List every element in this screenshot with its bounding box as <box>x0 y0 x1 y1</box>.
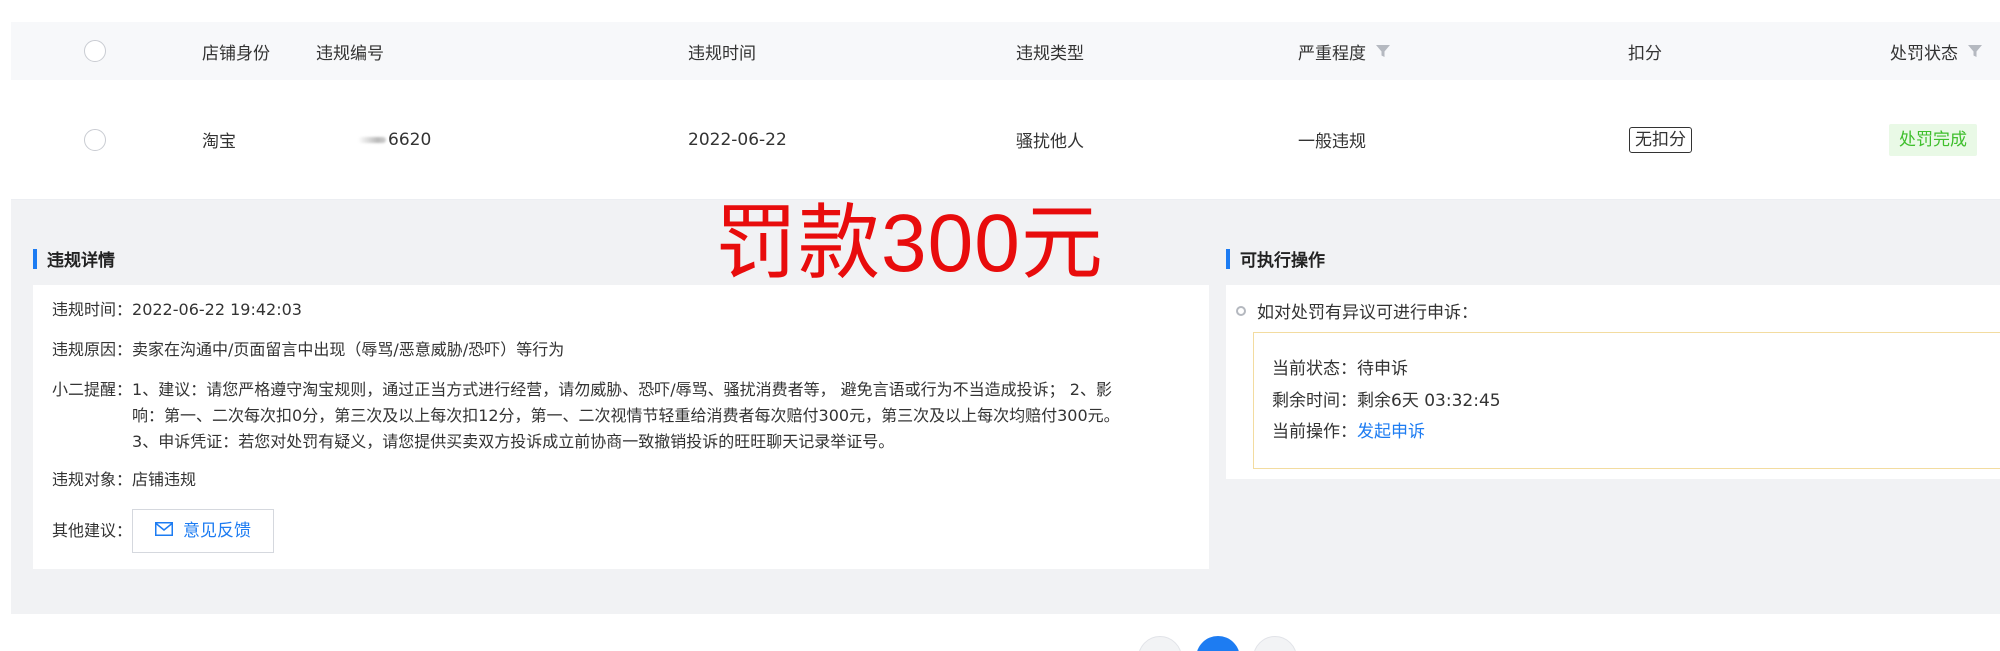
detail-reason-value: 卖家在沟通中/页面留言中出现（辱骂/恶意威胁/恐吓）等行为 <box>132 340 565 359</box>
operations-card: 如对处罚有异议可进行申诉： 当前状态：待申诉 剩余时间：剩余6天 03:32:4… <box>1226 285 2000 479</box>
hollow-circle-icon <box>1236 305 1246 316</box>
detail-reminder-text: 1、建议：请您严格遵守淘宝规则，通过正当方式进行经营，请勿威胁、恐吓/辱骂、骚扰… <box>132 377 1120 455</box>
detail-object-value: 店铺违规 <box>132 470 197 489</box>
feedback-button-label: 意见反馈 <box>183 521 252 541</box>
mail-icon <box>155 518 174 544</box>
appeal-hint: 如对处罚有异议可进行申诉： <box>1236 298 1478 323</box>
filter-funnel-icon[interactable] <box>1376 44 1390 58</box>
reminder-line: 1、建议：请您严格遵守淘宝规则，通过正当方式进行经营，请勿威胁、恐吓/辱骂、骚扰… <box>132 380 1112 399</box>
detail-suggestion: 其他建议： 意见反馈 <box>52 509 275 553</box>
row-violation-type: 骚扰他人 <box>1016 132 1084 152</box>
row-violation-id: 6620 <box>358 80 431 199</box>
detail-suggestion-label: 其他建议： <box>52 521 133 540</box>
current-status-value: 待申诉 <box>1357 359 1408 379</box>
row-severity: 一般违规 <box>1298 132 1366 152</box>
reminder-line: 响：第一、二次每次扣0分，第三次及以上每次扣12分，第一、二次视情节轻重给消费者… <box>132 406 1120 425</box>
detail-reason-label: 违规原因： <box>52 340 133 359</box>
header-severity: 严重程度 <box>1298 22 1390 80</box>
remaining-time-label: 剩余时间： <box>1272 391 1357 411</box>
row-violation-id-suffix: 6620 <box>388 129 432 150</box>
row-deduction: 无扣分 <box>1629 80 1692 199</box>
detail-object-label: 违规对象： <box>52 470 133 489</box>
deduction-tag: 无扣分 <box>1629 126 1692 153</box>
row-penalty-status: 处罚完成 <box>1889 80 1977 199</box>
detail-reminder: 小二提醒： 1、建议：请您严格遵守淘宝规则，通过正当方式进行经营，请勿威胁、恐吓… <box>52 377 1120 455</box>
status-badge: 处罚完成 <box>1889 123 1977 156</box>
fine-annotation: 罚款300元 <box>715 198 1104 289</box>
detail-title-label: 违规详情 <box>47 251 115 271</box>
header-shop-identity: 店铺身份 <box>202 43 270 64</box>
start-appeal-link[interactable]: 发起申诉 <box>1357 422 1425 442</box>
section-title-bar <box>33 248 37 269</box>
current-action-label: 当前操作： <box>1272 422 1357 442</box>
current-action: 当前操作：发起申诉 <box>1272 417 1425 442</box>
pagination-page-current[interactable] <box>1196 636 1240 651</box>
row-checkbox[interactable] <box>84 129 106 151</box>
current-status: 当前状态：待申诉 <box>1272 354 1408 379</box>
pagination-prev-button[interactable] <box>1138 636 1182 651</box>
row-shop-identity: 淘宝 <box>202 132 236 152</box>
header-violation-type: 违规类型 <box>1016 43 1084 64</box>
detail-reason: 违规原因： 卖家在沟通中/页面留言中出现（辱骂/恶意威胁/恐吓）等行为 <box>52 337 564 363</box>
header-severity-label: 严重程度 <box>1298 43 1366 64</box>
table-header: 店铺身份 违规编号 违规时间 违规类型 严重程度 扣分 处罚状态 <box>11 22 2000 80</box>
header-violation-time: 违规时间 <box>688 43 756 64</box>
detail-reminder-label: 小二提醒： <box>52 380 133 399</box>
operations-title-label: 可执行操作 <box>1240 251 1325 271</box>
filter-funnel-icon[interactable] <box>1968 44 1982 58</box>
masked-id-prefix <box>358 136 386 143</box>
header-violation-id: 违规编号 <box>316 43 384 64</box>
detail-time-value: 2022-06-22 19:42:03 <box>132 300 302 319</box>
header-penalty-status: 处罚状态 <box>1890 22 1982 80</box>
row-violation-time: 2022-06-22 <box>688 129 787 150</box>
header-penalty-status-label: 处罚状态 <box>1890 43 1958 64</box>
detail-section-title: 违规详情 <box>33 246 115 271</box>
appeal-hint-text: 如对处罚有异议可进行申诉： <box>1257 303 1478 323</box>
appeal-status-box: 当前状态：待申诉 剩余时间：剩余6天 03:32:45 当前操作：发起申诉 <box>1253 332 2000 469</box>
reminder-line: 3、申诉凭证：若您对处罚有疑义，请您提供买卖双方投诉成立前协商一致撤销投诉的旺旺… <box>132 432 895 451</box>
select-all-checkbox[interactable] <box>84 40 106 62</box>
violation-list-page: 店铺身份 违规编号 违规时间 违规类型 严重程度 扣分 处罚状态 淘宝 6620… <box>0 0 2000 651</box>
remaining-time-value: 剩余6天 03:32:45 <box>1357 391 1501 411</box>
header-deduction: 扣分 <box>1628 43 1662 64</box>
section-title-bar <box>1226 248 1230 269</box>
operations-section-title: 可执行操作 <box>1226 246 1325 271</box>
detail-time-label: 违规时间： <box>52 300 133 319</box>
detail-object: 违规对象： 店铺违规 <box>52 467 196 493</box>
detail-time: 违规时间： 2022-06-22 19:42:03 <box>52 297 302 323</box>
violation-detail-card: 违规时间： 2022-06-22 19:42:03 违规原因： 卖家在沟通中/页… <box>33 285 1209 569</box>
pagination-next-button[interactable] <box>1253 636 1297 651</box>
feedback-button[interactable]: 意见反馈 <box>132 509 275 553</box>
table-row[interactable]: 淘宝 6620 2022-06-22 骚扰他人 一般违规 无扣分 处罚完成 <box>11 80 2000 200</box>
current-status-label: 当前状态： <box>1272 359 1357 379</box>
remaining-time: 剩余时间：剩余6天 03:32:45 <box>1272 386 1501 411</box>
